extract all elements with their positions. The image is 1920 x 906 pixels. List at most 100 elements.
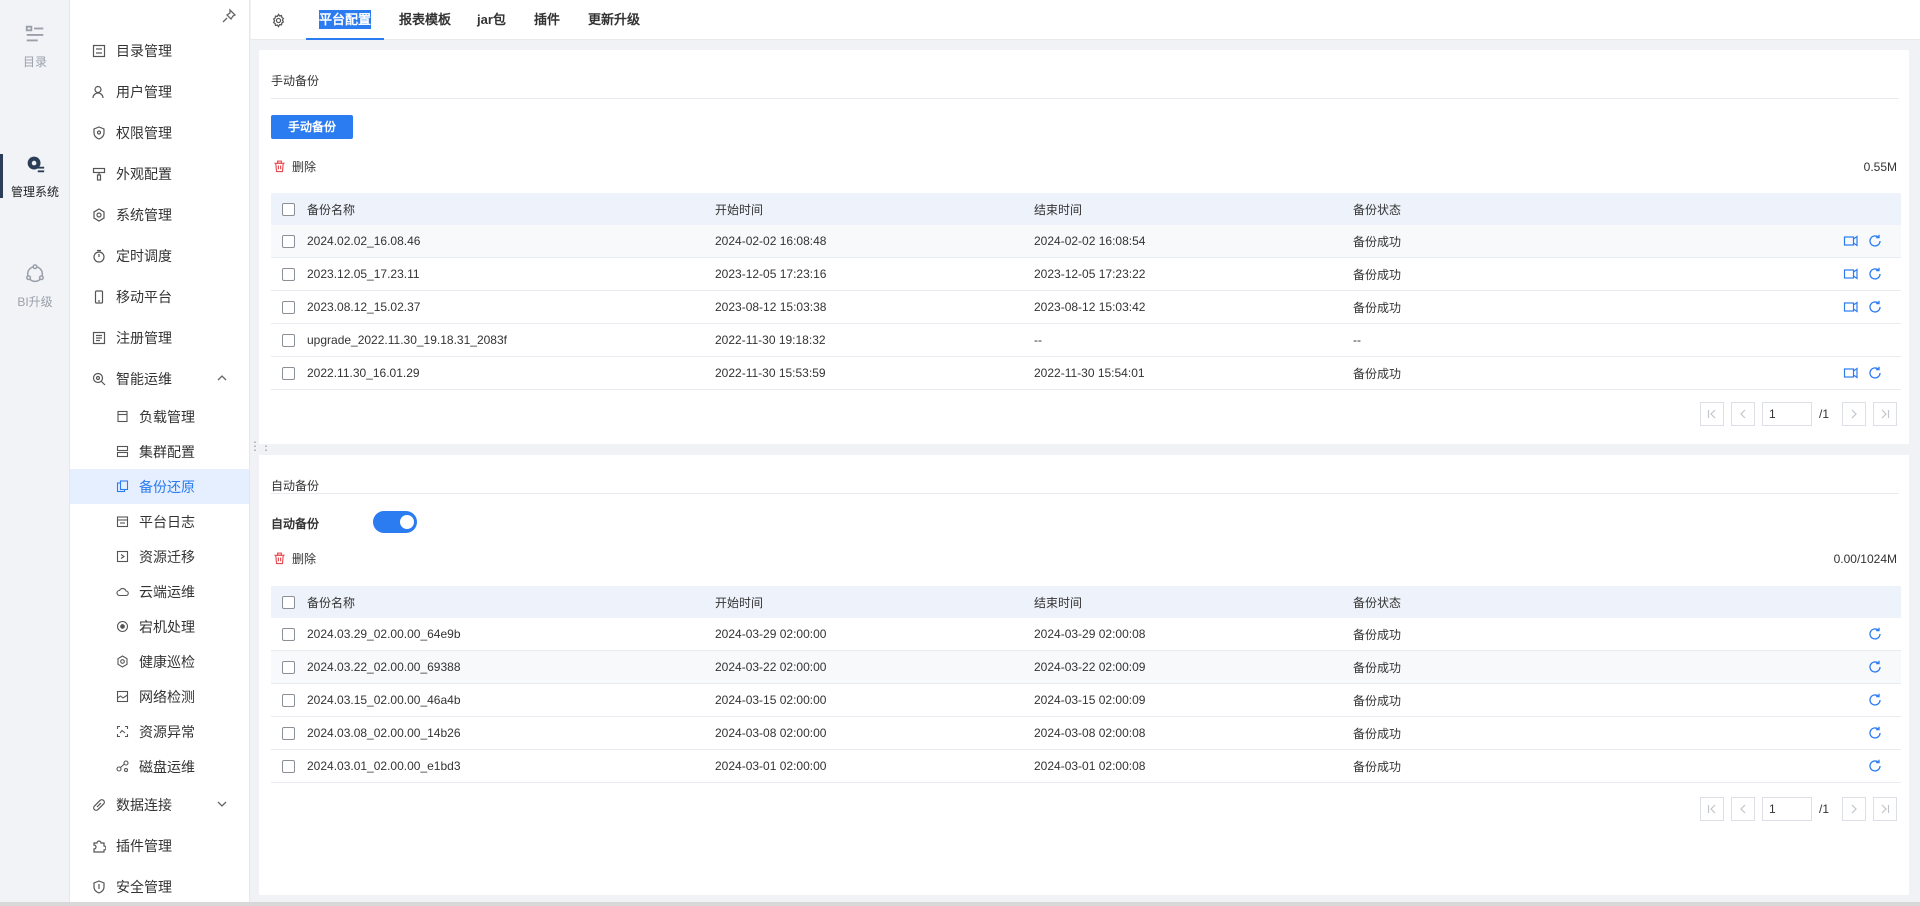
page-number-input[interactable]	[1761, 797, 1812, 821]
settings-gear-icon[interactable]	[271, 13, 286, 28]
row-checkbox[interactable]	[282, 300, 295, 314]
sidebar-subitem-load[interactable]: 负载管理	[70, 399, 249, 434]
restore-icon[interactable]	[1867, 659, 1883, 675]
start-time: 2022-11-30 15:53:59	[715, 366, 826, 380]
rail-item-bi-upgrade[interactable]: BI升级	[0, 250, 70, 322]
rail-item-catalog[interactable]: 目录	[0, 10, 70, 82]
sidebar-subitem-disk[interactable]: 磁盘运维	[70, 749, 249, 784]
table-row[interactable]: 2022.11.30_16.01.29 2022-11-30 15:53:59 …	[271, 357, 1901, 390]
prev-page-button[interactable]	[1730, 797, 1755, 821]
rail-label-manage: 管理系统	[10, 184, 59, 199]
tab-report-template[interactable]: 报表模板	[399, 0, 451, 40]
sidebar-sublabel: 备份还原	[139, 478, 195, 495]
restore-icon[interactable]	[1867, 233, 1883, 249]
sidebar-item-smart-ops[interactable]: 智能运维	[70, 358, 249, 399]
sidebar-item-schedule[interactable]: 定时调度	[70, 235, 249, 276]
sidebar-subitem-network[interactable]: 网络检测	[70, 679, 249, 714]
row-checkbox[interactable]	[282, 693, 295, 707]
next-page-button[interactable]	[1842, 402, 1866, 426]
load-icon	[117, 410, 128, 423]
sidebar-subitem-crash[interactable]: 宕机处理	[70, 609, 249, 644]
backup-name: 2024.03.15_02.00.00_46a4b	[307, 693, 461, 707]
sidebar-subitem-health[interactable]: 健康巡检	[70, 644, 249, 679]
restore-icon[interactable]	[1867, 365, 1883, 381]
log-icon	[116, 516, 129, 528]
row-checkbox[interactable]	[282, 267, 295, 281]
tab-label: jar包	[477, 12, 506, 27]
table-row[interactable]: 2023.08.12_15.02.37 2023-08-12 15:03:38 …	[271, 291, 1901, 324]
auto-delete-button[interactable]: 删除	[273, 550, 316, 567]
sidebar-subitem-cluster[interactable]: 集群配置	[70, 434, 249, 469]
tab-jar[interactable]: jar包	[477, 0, 506, 40]
download-icon[interactable]	[1843, 299, 1859, 315]
sidebar-item-users[interactable]: 用户管理	[70, 71, 249, 112]
select-all-checkbox[interactable]	[282, 202, 295, 216]
select-all-checkbox[interactable]	[282, 595, 295, 609]
manual-delete-button[interactable]: 删除	[273, 158, 316, 175]
sidebar-sublabel: 磁盘运维	[139, 758, 195, 775]
sidebar-item-data-connection[interactable]: 数据连接	[70, 784, 249, 825]
plugin-icon	[93, 839, 106, 853]
resize-handle[interactable]: ⋮⋮	[249, 440, 272, 458]
row-checkbox[interactable]	[282, 627, 295, 641]
row-checkbox[interactable]	[282, 759, 295, 773]
sidebar-item-register[interactable]: 注册管理	[70, 317, 249, 358]
row-checkbox[interactable]	[282, 333, 295, 347]
table-row[interactable]: 2024.02.02_16.08.46 2024-02-02 16:08:48 …	[271, 225, 1901, 258]
auto-backup-toggle[interactable]	[373, 511, 417, 533]
sidebar-subitem-backup[interactable]: 备份还原	[70, 469, 249, 504]
download-icon[interactable]	[1843, 266, 1859, 282]
sidebar-item-security[interactable]: 安全管理	[70, 866, 249, 906]
toggle-knob	[400, 515, 414, 529]
download-icon[interactable]	[1843, 365, 1859, 381]
sidebar-label: 目录管理	[116, 42, 172, 59]
next-page-button[interactable]	[1842, 797, 1866, 821]
column-header: 备份状态	[1353, 595, 1402, 610]
restore-icon[interactable]	[1867, 626, 1883, 642]
last-page-button[interactable]	[1873, 402, 1897, 426]
download-icon[interactable]	[1843, 233, 1859, 249]
sidebar-item-appearance[interactable]: 外观配置	[70, 153, 249, 194]
table-row[interactable]: 2024.03.29_02.00.00_64e9b 2024-03-29 02:…	[271, 618, 1901, 651]
sidebar-sublabel: 负载管理	[139, 408, 195, 425]
restore-icon[interactable]	[1867, 692, 1883, 708]
first-page-button[interactable]	[1699, 402, 1724, 426]
tab-plugins[interactable]: 插件	[534, 0, 560, 40]
sidebar-subitem-cloud[interactable]: 云端运维	[70, 574, 249, 609]
restore-icon[interactable]	[1867, 758, 1883, 774]
row-checkbox[interactable]	[282, 234, 295, 248]
backup-icon	[116, 480, 129, 493]
sidebar-item-system[interactable]: 系统管理	[70, 194, 249, 235]
sidebar-item-permissions[interactable]: 权限管理	[70, 112, 249, 153]
table-row[interactable]: 2023.12.05_17.23.11 2023-12-05 17:23:16 …	[271, 258, 1901, 291]
sidebar-subitem-log[interactable]: 平台日志	[70, 504, 249, 539]
restore-icon[interactable]	[1867, 266, 1883, 282]
divider	[271, 98, 1899, 99]
page-number-input[interactable]	[1761, 402, 1812, 426]
column-header: 备份状态	[1353, 202, 1402, 217]
sidebar-item-mobile[interactable]: 移动平台	[70, 276, 249, 317]
table-row[interactable]: 2024.03.01_02.00.00_e1bd3 2024-03-01 02:…	[271, 750, 1901, 783]
table-row[interactable]: 2024.03.15_02.00.00_46a4b 2024-03-15 02:…	[271, 684, 1901, 717]
table-row[interactable]: upgrade_2022.11.30_19.18.31_2083f 2022-1…	[271, 324, 1901, 357]
sidebar-item-catalog-manage[interactable]: 目录管理	[70, 30, 249, 71]
rail-item-manage[interactable]: 管理系统	[0, 140, 70, 212]
first-page-button[interactable]	[1699, 797, 1724, 821]
table-row[interactable]: 2024.03.22_02.00.00_69388 2024-03-22 02:…	[271, 651, 1901, 684]
last-page-button[interactable]	[1873, 797, 1897, 821]
prev-page-button[interactable]	[1730, 402, 1755, 426]
table-row[interactable]: 2024.03.08_02.00.00_14b26 2024-03-08 02:…	[271, 717, 1901, 750]
row-checkbox[interactable]	[282, 726, 295, 740]
sidebar-subitem-resource-error[interactable]: 资源异常	[70, 714, 249, 749]
row-checkbox[interactable]	[282, 366, 295, 380]
restore-icon[interactable]	[1867, 725, 1883, 741]
restore-icon[interactable]	[1867, 299, 1883, 315]
end-time: 2024-03-15 02:00:09	[1034, 693, 1146, 707]
tab-platform-config[interactable]: 平台配置	[306, 0, 384, 40]
tab-update[interactable]: 更新升级	[588, 0, 640, 40]
row-checkbox[interactable]	[282, 660, 295, 674]
manual-backup-button[interactable]: 手动备份	[271, 115, 354, 139]
pin-icon[interactable]	[221, 8, 237, 24]
sidebar-subitem-migrate[interactable]: 资源迁移	[70, 539, 249, 574]
sidebar-item-plugin[interactable]: 插件管理	[70, 825, 249, 866]
